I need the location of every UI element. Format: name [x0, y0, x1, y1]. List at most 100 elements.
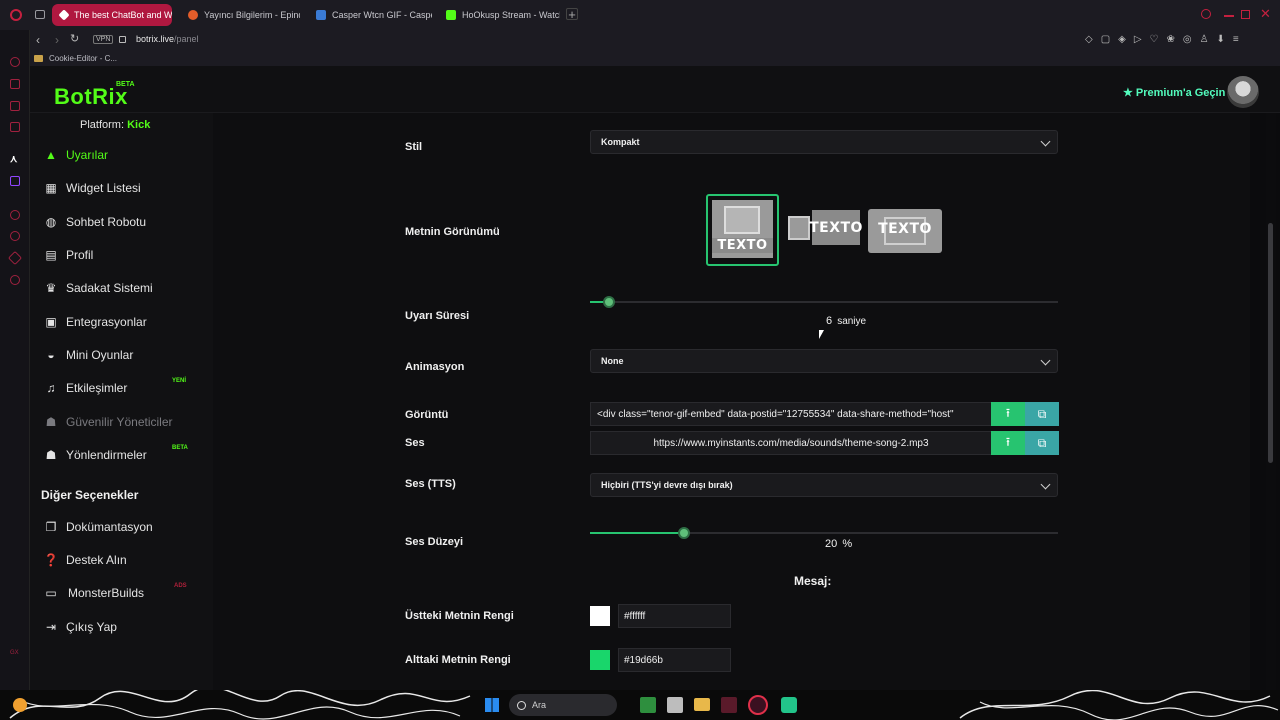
platform-value: Kick [127, 119, 151, 131]
taskbar-app-icon[interactable] [667, 697, 683, 713]
news-icon[interactable] [10, 122, 20, 132]
new-tab-icon[interactable]: + [566, 8, 578, 21]
layout-option-stacked[interactable]: TEXTO [706, 194, 779, 266]
bottom-color-value: #19d66b [624, 654, 663, 666]
extension-icons[interactable]: ◇▢◈▷♡❀◎♙⬇≡ [1085, 34, 1247, 45]
settings-icon[interactable] [10, 275, 20, 285]
sidebar-item-mini-games[interactable]: ◒ Mini Oyunlar [44, 344, 133, 366]
volume-slider-thumb[interactable] [678, 527, 690, 539]
address-bar: ‹ › ↻ VPN botrix.live/panel ◇▢◈▷♡❀◎♙⬇≡ [0, 30, 1280, 52]
url-path: /panel [174, 34, 199, 44]
sound-gallery-button[interactable]: ⧉ [1025, 431, 1059, 455]
duration-slider-thumb[interactable] [603, 296, 615, 308]
tab-tenor[interactable]: Casper Wtcn GIF - Caspe [308, 4, 432, 26]
bottom-color-swatch[interactable] [590, 650, 610, 670]
laptop-icon: ▭ [45, 586, 57, 600]
upload-icon: ⭱ [1005, 434, 1011, 449]
kick-side-icon[interactable]: ⋏ [10, 154, 17, 165]
avatar[interactable] [1227, 76, 1259, 108]
sidebar-item-documentation[interactable]: ❐ Dokümantasyon [44, 516, 153, 538]
tab-botrix[interactable]: The best ChatBot and Wi [52, 4, 172, 26]
url-field[interactable]: botrix.live/panel [136, 34, 199, 44]
taskbar-app-icon[interactable] [640, 697, 656, 713]
sidebar-item-alerts[interactable]: ▲ Uyarılar [44, 144, 108, 166]
tts-select[interactable]: Hiçbiri (TTS'yi devre dışı bırak) [590, 473, 1058, 497]
opera-logo-icon[interactable] [10, 9, 22, 21]
gallery-icon: ⧉ [1037, 435, 1047, 450]
layout-label: Metnin Görünümü [405, 226, 500, 238]
logout-icon: ⇥ [45, 620, 57, 634]
bookmark-cookie-editor[interactable]: Cookie-Editor - C... [49, 54, 117, 63]
taskbar-search[interactable]: Ara [509, 694, 617, 716]
sidebar-item-label: Widget Listesi [66, 181, 141, 195]
volume-slider[interactable] [590, 527, 1058, 539]
sidebar-item-support[interactable]: ❓ Destek Alın [44, 549, 127, 571]
scrollbar-thumb[interactable] [1268, 223, 1273, 463]
workspace-icon[interactable] [35, 10, 45, 19]
aria-icon[interactable] [10, 57, 20, 67]
back-icon[interactable]: ‹ [36, 33, 40, 47]
image-gallery-button[interactable]: ⧉ [1025, 402, 1059, 426]
platform-indicator: Platform: Kick [80, 119, 150, 131]
player-icon[interactable] [10, 210, 20, 220]
beta-badge: BETA [172, 445, 188, 451]
premium-link[interactable]: ★ Premium'a Geçin [1123, 86, 1226, 100]
premium-label: Premium'a Geçin [1135, 86, 1226, 99]
close-icon[interactable]: ✕ [1260, 6, 1271, 22]
search-icon [517, 700, 526, 710]
image-placeholder-icon [788, 216, 810, 240]
image-url-input[interactable]: <div class="tenor-gif-embed" data-postid… [590, 402, 992, 426]
users-icon: ☗ [45, 415, 57, 429]
history-icon[interactable] [10, 231, 20, 241]
sidebar-item-redirects[interactable]: ☗ Yönlendirmeler [44, 444, 147, 466]
duration-slider[interactable] [590, 296, 1058, 308]
vpn-badge[interactable]: VPN [93, 35, 114, 44]
twitch-icon[interactable] [10, 176, 20, 186]
taskbar-app-icon[interactable] [781, 697, 797, 713]
page-scrollbar[interactable] [1266, 113, 1276, 690]
layout-option-overlay[interactable]: TEXTO [868, 209, 942, 253]
messenger-icon[interactable] [10, 101, 20, 111]
sidebar-item-monsterbuilds[interactable]: ▭ MonsterBuilds [44, 582, 144, 604]
other-options-heading: Diğer Seçenekler [41, 488, 139, 502]
pinboard-icon[interactable] [7, 250, 23, 266]
reload-icon[interactable]: ↻ [70, 32, 79, 45]
tab-title: HoOkusp Stream - Watch [462, 10, 560, 20]
kick-favicon-icon [446, 10, 456, 20]
top-color-input[interactable]: #ffffff [618, 604, 731, 628]
maximize-icon[interactable] [1241, 10, 1250, 19]
top-color-swatch[interactable] [590, 606, 610, 626]
opera-gx-taskbar-icon[interactable] [748, 695, 768, 715]
sidebar-item-chatbot[interactable]: ◍ Sohbet Robotu [44, 211, 146, 233]
weather-icon[interactable] [13, 698, 27, 712]
file-explorer-icon[interactable] [694, 698, 710, 711]
taskbar-app-icon[interactable] [721, 697, 737, 713]
animation-select[interactable]: None [590, 349, 1058, 373]
style-select[interactable]: Kompakt [590, 130, 1058, 154]
style-label: Stil [405, 141, 423, 153]
sidebar-item-loyalty[interactable]: ♛ Sadakat Sistemi [44, 277, 153, 299]
minimize-icon[interactable] [1224, 15, 1234, 17]
sidebar-item-interactions[interactable]: ♫ Etkileşimler [44, 377, 128, 399]
sound-upload-button[interactable]: ⭱ [991, 431, 1025, 455]
tab-epindi[interactable]: Yayıncı Bilgilerim - Epindi [180, 4, 300, 26]
sound-url-value: https://www.myinstants.com/media/sounds/… [653, 437, 929, 449]
mouse-cursor-icon [819, 330, 824, 339]
search-tabs-icon[interactable] [1201, 9, 1211, 19]
tab-kick[interactable]: HoOkusp Stream - Watch [438, 4, 560, 26]
shopping-icon[interactable] [10, 79, 20, 89]
sound-url-input[interactable]: https://www.myinstants.com/media/sounds/… [590, 431, 992, 455]
sidebar-item-logout[interactable]: ⇥ Çıkış Yap [44, 616, 117, 638]
sound-label: Ses [405, 437, 425, 449]
sidebar-item-widget-list[interactable]: ▦ Widget Listesi [44, 177, 141, 199]
sidebar-item-integrations[interactable]: ▣ Entegrasyonlar [44, 311, 146, 333]
sidebar-item-profile[interactable]: ▤ Profil [44, 244, 93, 266]
question-icon: ❓ [43, 553, 59, 567]
list-icon: ▣ [45, 315, 57, 329]
image-upload-button[interactable]: ⭱ [991, 402, 1025, 426]
layout-option-inline[interactable]: TEXTO [788, 210, 862, 247]
bottom-color-input[interactable]: #19d66b [618, 648, 731, 672]
sidebar-item-trusted-managers[interactable]: ☗ Güvenilir Yöneticiler [44, 411, 173, 433]
forward-icon[interactable]: › [55, 33, 59, 47]
windows-start-icon[interactable] [485, 698, 499, 712]
